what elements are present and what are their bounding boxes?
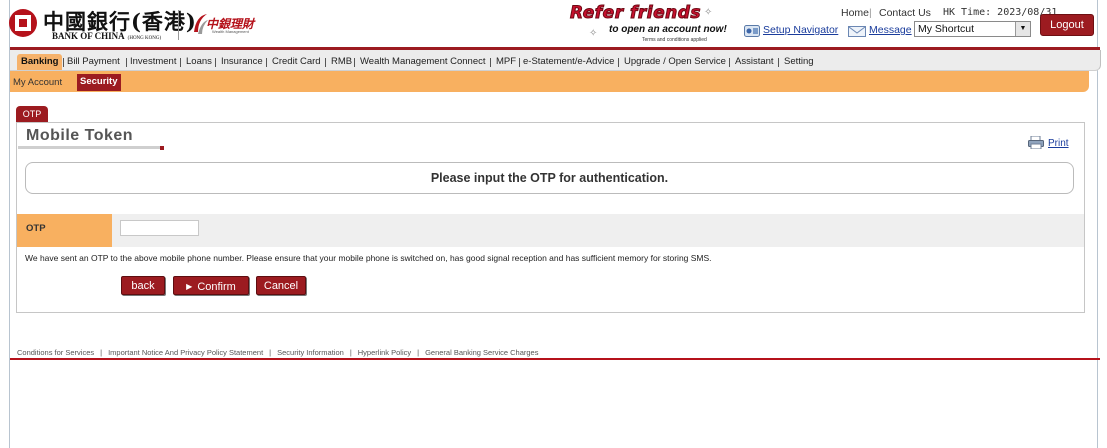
message-envelope-icon[interactable]: [848, 26, 866, 37]
otp-field-label: OTP: [17, 214, 112, 247]
footer-link-hyperlink[interactable]: Hyperlink Policy: [358, 348, 411, 357]
printer-icon[interactable]: [1028, 136, 1044, 149]
sparkle-icon: ✧: [704, 7, 713, 18]
menu-separator: [266, 58, 267, 67]
footer-separator: |: [417, 348, 420, 357]
menu-separator: [519, 58, 520, 67]
boc-logo-icon[interactable]: [9, 9, 37, 37]
menu-separator: [354, 58, 355, 67]
menu-separator: [63, 58, 64, 67]
otp-form-row: OTP: [17, 214, 1084, 247]
setup-navigator-link[interactable]: Setup Navigator: [763, 24, 838, 36]
bank-name-en-region: (HONG KONG): [127, 36, 162, 41]
menu-item-setting[interactable]: Setting: [784, 56, 814, 67]
print-link[interactable]: Print: [1048, 138, 1069, 149]
menu-separator: [126, 58, 127, 67]
menu-item-bill-payment[interactable]: Bill Payment: [67, 56, 120, 67]
confirm-button-label: Confirm: [197, 281, 236, 293]
title-underline: [18, 146, 160, 149]
submenu-item-my-account[interactable]: My Account: [13, 77, 62, 88]
footer-separator: |: [269, 348, 272, 357]
wealth-management-logo[interactable]: 中銀理財 Wealth Management: [192, 12, 254, 38]
otp-sent-notice: We have sent an OTP to the above mobile …: [25, 253, 712, 263]
menu-item-credit-card[interactable]: Credit Card: [272, 56, 321, 67]
menu-item-e-statement[interactable]: e-Statement/e-Advice: [523, 56, 614, 67]
play-arrow-icon: ▶: [186, 282, 193, 291]
footer-link-privacy[interactable]: Important Notice And Privacy Policy Stat…: [108, 348, 263, 357]
submenu-item-security[interactable]: Security: [77, 74, 121, 91]
menu-item-upgrade-open-service[interactable]: Upgrade / Open Service: [624, 56, 726, 67]
shortcut-select[interactable]: My Shortcut ▼: [914, 21, 1031, 37]
menu-separator: [325, 58, 326, 67]
main-menu: Banking Bill Payment Investment Loans In…: [10, 50, 1101, 71]
footer-link-charges[interactable]: General Banking Service Charges: [425, 348, 538, 357]
confirm-button[interactable]: ▶ Confirm: [173, 276, 249, 295]
otp-input[interactable]: [120, 220, 199, 236]
sub-menu: My Account Security: [10, 71, 1089, 92]
shortcut-select-value: My Shortcut: [918, 23, 975, 35]
footer-link-security[interactable]: Security Information: [277, 348, 344, 357]
promo-subline[interactable]: to open an account now!: [609, 24, 727, 35]
menu-item-wealth-management-connect[interactable]: Wealth Management Connect: [360, 56, 486, 67]
logout-button[interactable]: Logout: [1040, 14, 1094, 36]
menu-separator: [729, 58, 730, 67]
footer-separator: |: [100, 348, 103, 357]
logo-divider: [178, 10, 179, 40]
footer-separator: |: [349, 348, 352, 357]
menu-item-investment[interactable]: Investment: [130, 56, 176, 67]
promo-headline[interactable]: Refer friends: [569, 3, 701, 24]
menu-item-assistant[interactable]: Assistant: [735, 56, 774, 67]
message-link[interactable]: Message: [869, 24, 912, 36]
menu-separator: [180, 58, 181, 67]
cancel-button[interactable]: Cancel: [256, 276, 306, 295]
chevron-down-icon[interactable]: ▼: [1015, 22, 1030, 36]
contact-us-link[interactable]: Contact Us: [879, 7, 931, 19]
message-text[interactable]: Message: [869, 24, 912, 36]
top-separator: |: [869, 7, 872, 19]
menu-separator: [778, 58, 779, 67]
footer-link-conditions[interactable]: Conditions for Services: [17, 348, 94, 357]
otp-prompt-box: Please input the OTP for authentication.: [25, 162, 1074, 194]
menu-item-rmb[interactable]: RMB: [331, 56, 352, 67]
menu-separator: [490, 58, 491, 67]
bank-name-en: BANK OF CHINA (HONG KONG): [52, 31, 161, 41]
bank-name-en-text: BANK OF CHINA: [52, 31, 125, 41]
sparkle-icon: ✧: [589, 28, 598, 39]
home-link[interactable]: Home: [841, 7, 869, 19]
promo-terms: Terms and conditions applied: [642, 37, 707, 43]
setup-navigator-text[interactable]: Setup Navigator: [763, 24, 838, 36]
menu-item-loans[interactable]: Loans: [186, 56, 212, 67]
footer-red-line: [10, 358, 1100, 360]
back-button[interactable]: back: [121, 276, 165, 295]
setup-navigator-icon[interactable]: [744, 25, 760, 37]
menu-item-mpf[interactable]: MPF: [496, 56, 516, 67]
title-underline-dot: [160, 146, 164, 150]
menu-separator: [618, 58, 619, 67]
footer-links: Conditions for Services | Important Notice…: [17, 348, 538, 357]
tab-otp[interactable]: OTP: [16, 106, 48, 123]
wealth-en: Wealth Management: [212, 29, 249, 34]
menu-separator: [215, 58, 216, 67]
page-title: Mobile Token: [26, 127, 134, 144]
menu-item-insurance[interactable]: Insurance: [221, 56, 263, 67]
menu-item-banking[interactable]: Banking: [17, 54, 63, 70]
